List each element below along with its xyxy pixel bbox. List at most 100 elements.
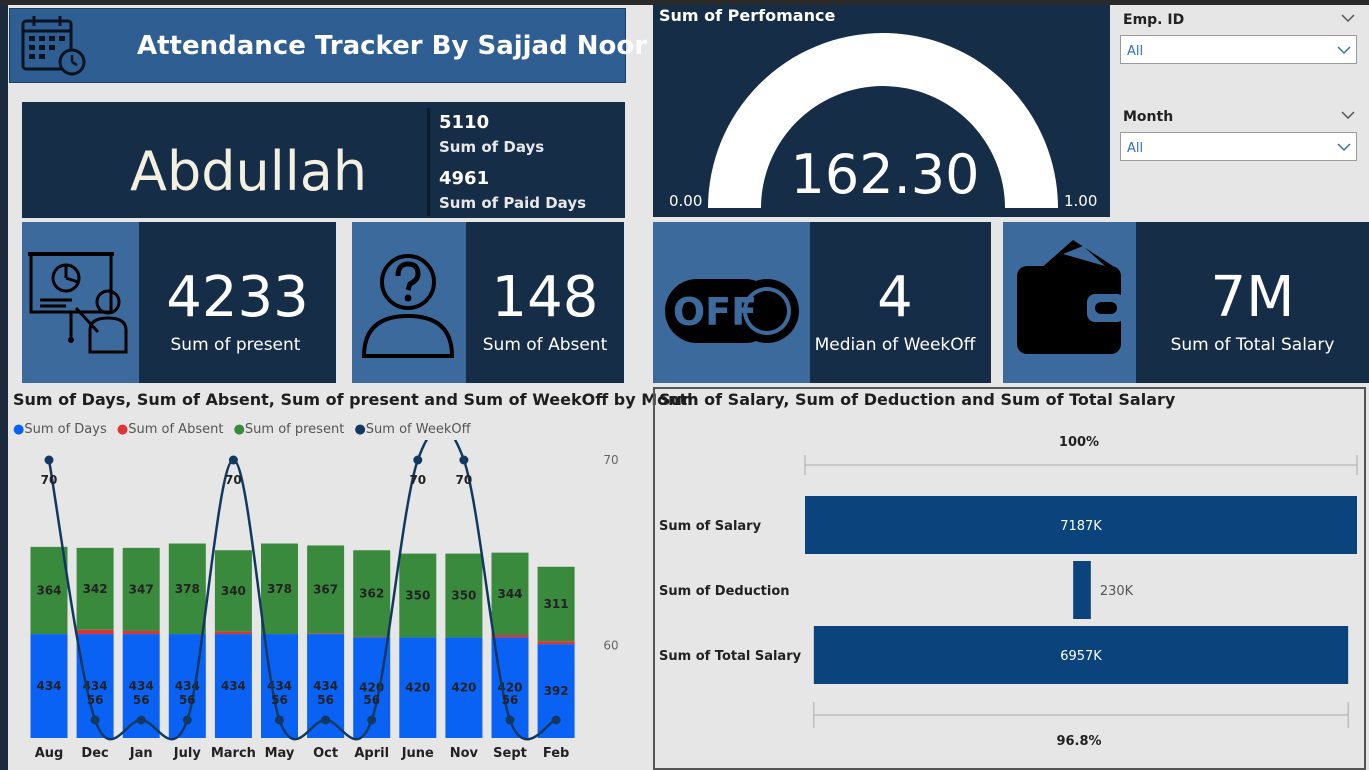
present-data-label: 342 <box>83 582 108 596</box>
weekoff-data-label: 56 <box>363 693 380 707</box>
weekoff-point <box>551 715 561 725</box>
days-data-label: 434 <box>36 679 61 693</box>
paid-days-label: Sum of Paid Days <box>439 194 587 212</box>
chevron-down-icon <box>1337 143 1351 152</box>
weekoff-point <box>413 455 423 465</box>
category-label: Sum of Total Salary <box>659 649 802 664</box>
days-data-label: 392 <box>544 684 569 698</box>
weekoff-point <box>228 455 238 465</box>
present-label: Sum of present <box>170 335 301 355</box>
weekoff-point <box>321 715 331 725</box>
wallet-icon <box>1017 240 1125 354</box>
month-chart-title: Sum of Days, Sum of Absent, Sum of prese… <box>13 390 699 409</box>
legend-days[interactable]: ●Sum of Days <box>13 422 107 437</box>
present-data-label: 347 <box>129 582 154 596</box>
bar-absent <box>491 635 529 638</box>
empid-dropdown-value: All <box>1127 44 1144 59</box>
gauge-min: 0.00 <box>669 192 703 210</box>
empid-slicer-label: Emp. ID <box>1123 12 1185 28</box>
x-tick-label: March <box>211 746 256 761</box>
gauge-title: Sum of Perfomance <box>659 6 836 25</box>
legend-absent[interactable]: ●Sum of Absent <box>117 422 224 437</box>
days-data-label: 434 <box>313 679 338 693</box>
x-tick-label: April <box>354 746 389 761</box>
month-slicer-label: Month <box>1123 109 1174 125</box>
weekoff-point <box>90 715 100 725</box>
off-icon-text: OFF <box>673 290 757 334</box>
present-data-label: 350 <box>405 588 430 602</box>
weekoff-data-label: 56 <box>133 693 150 707</box>
top-percent-label: 100% <box>1059 435 1099 450</box>
weekoff-data-label: 56 <box>317 693 334 707</box>
category-label: Sum of Salary <box>659 519 762 534</box>
bar-absent <box>214 631 252 635</box>
weekoff-data-label: 56 <box>271 693 288 707</box>
chevron-down-icon[interactable] <box>1341 13 1355 23</box>
legend-weekoff[interactable]: ●Sum of WeekOff <box>354 422 470 437</box>
gauge-max: 1.00 <box>1064 192 1098 210</box>
weekoff-point <box>182 715 192 725</box>
x-tick-label: Oct <box>313 746 338 761</box>
weekoff-point <box>459 455 469 465</box>
x-tick-label: Feb <box>543 746 569 761</box>
days-data-label: 420 <box>451 681 476 695</box>
x-tick-label: Aug <box>35 746 64 761</box>
bar-value-label: 6957K <box>1060 649 1102 664</box>
bar-absent <box>122 630 160 635</box>
weekoff-data-label: 70 <box>225 473 242 487</box>
weekoff-point <box>367 715 377 725</box>
weekoff-value: 4 <box>877 265 913 330</box>
days-data-label: 434 <box>129 679 154 693</box>
x-tick-label: June <box>401 746 434 761</box>
bar-absent <box>307 633 345 635</box>
bottom-percent-label: 96.8% <box>1056 734 1101 749</box>
x-tick-label: Jan <box>129 746 153 761</box>
empid-dropdown[interactable]: All <box>1120 35 1357 64</box>
present-data-label: 362 <box>359 587 384 601</box>
weekoff-point <box>275 715 284 725</box>
weekoff-data-label: 56 <box>179 693 196 707</box>
x-tick-label: Sept <box>493 746 527 761</box>
x-tick-label: July <box>173 746 202 761</box>
weekoff-data-label: 56 <box>87 693 104 707</box>
x-tick-label: Nov <box>450 746 479 761</box>
bar-value-label: 230K <box>1100 584 1134 599</box>
present-data-label: 378 <box>267 582 292 596</box>
salary-chart-title: Sum of Salary, Sum of Deduction and Sum … <box>659 390 1176 409</box>
weekoff-data-label: 70 <box>456 473 473 487</box>
present-data-label: 350 <box>451 588 476 602</box>
present-value: 4233 <box>166 265 309 330</box>
x-tick-label: May <box>265 746 295 761</box>
report-title: Attendance Tracker By Sajjad Noor <box>137 31 648 61</box>
weekoff-data-label: 56 <box>502 693 519 707</box>
month-chart-legend: ●Sum of Days ●Sum of Absent ●Sum of pres… <box>13 422 471 437</box>
bar-absent <box>537 641 575 645</box>
legend-present[interactable]: ●Sum of present <box>234 422 345 437</box>
present-data-label: 378 <box>175 582 200 596</box>
chevron-down-icon[interactable] <box>1341 110 1355 120</box>
bar-absent <box>76 629 114 635</box>
salary-chart: 100% Sum of Salary 7187K Sum of Deduction 23… <box>659 435 1358 749</box>
present-data-label: 311 <box>544 597 569 611</box>
weekoff-point <box>44 455 54 465</box>
month-chart: 434364Aug434342Dec434347Jan434378July434… <box>30 440 619 761</box>
present-data-label: 344 <box>497 587 522 601</box>
presentation-icon <box>28 252 128 354</box>
weekoff-point <box>136 715 146 725</box>
calendar-clock-icon <box>21 16 86 76</box>
category-label: Sum of Deduction <box>659 584 790 599</box>
present-data-label: 367 <box>313 582 338 596</box>
paid-days-value: 4961 <box>439 168 490 189</box>
days-label: Sum of Days <box>439 138 545 156</box>
weekoff-point <box>505 715 515 725</box>
weekoff-label: Median of WeekOff <box>814 335 976 355</box>
gauge-value: 162.30 <box>790 143 980 206</box>
month-dropdown[interactable]: All <box>1120 132 1357 161</box>
days-data-label: 420 <box>405 681 430 695</box>
question-person-icon <box>361 254 455 358</box>
present-data-label: 364 <box>36 583 61 597</box>
present-data-label: 340 <box>221 584 246 598</box>
chevron-down-icon <box>1337 46 1351 55</box>
bar-value-label: 7187K <box>1060 519 1102 534</box>
absent-label: Sum of Absent <box>482 335 608 355</box>
